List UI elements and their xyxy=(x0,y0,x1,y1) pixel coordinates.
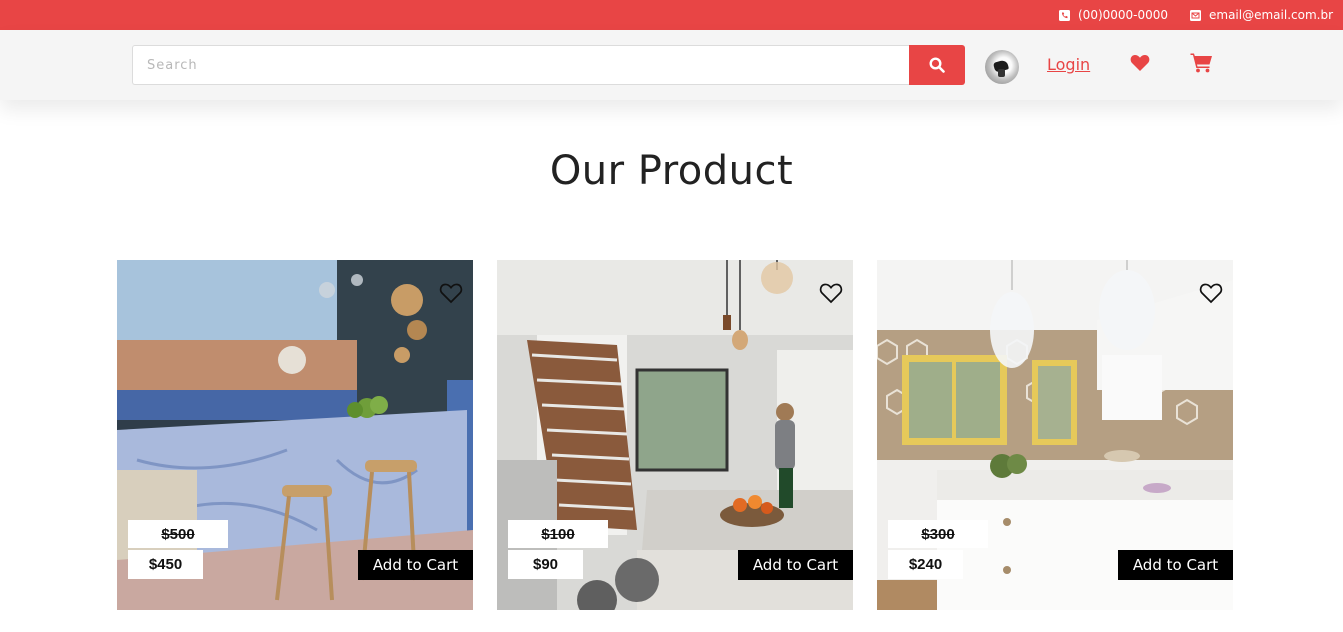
phone-icon xyxy=(1059,9,1070,21)
original-price: $300 xyxy=(888,520,988,548)
sale-price: $450 xyxy=(128,550,203,579)
heart-outline-icon xyxy=(439,283,463,304)
heart-outline-icon xyxy=(1199,283,1223,304)
header: Login xyxy=(0,30,1343,100)
heart-icon xyxy=(1130,54,1150,71)
product-card[interactable]: $500 $450 Add to Cart xyxy=(117,260,473,610)
phone-number: (00)0000-0000 xyxy=(1078,8,1169,22)
add-to-cart-button[interactable]: Add to Cart xyxy=(738,550,853,580)
contact-phone[interactable]: (00)0000-0000 xyxy=(1059,0,1168,30)
original-price: $100 xyxy=(508,520,608,548)
wishlist-button[interactable] xyxy=(1130,54,1150,77)
contact-email[interactable]: email@email.com.br xyxy=(1190,0,1333,30)
cart-icon xyxy=(1190,53,1212,73)
top-bar: (00)0000-0000 email@email.com.br xyxy=(0,0,1343,30)
search-input[interactable] xyxy=(132,45,910,85)
section-title: Our Product xyxy=(549,148,794,194)
login-link[interactable]: Login xyxy=(1047,55,1090,74)
favorite-button[interactable] xyxy=(819,282,843,304)
avatar[interactable] xyxy=(985,50,1019,84)
add-to-cart-button[interactable]: Add to Cart xyxy=(1118,550,1233,580)
sale-price: $90 xyxy=(508,550,583,579)
original-price: $500 xyxy=(128,520,228,548)
search-button[interactable] xyxy=(909,45,965,85)
envelope-icon xyxy=(1190,9,1201,21)
product-card[interactable]: $300 $240 Add to Cart xyxy=(877,260,1233,610)
add-to-cart-button[interactable]: Add to Cart xyxy=(358,550,473,580)
cart-button[interactable] xyxy=(1190,52,1213,78)
favorite-button[interactable] xyxy=(1199,282,1223,304)
product-card[interactable]: $100 $90 Add to Cart xyxy=(497,260,853,610)
search-icon xyxy=(929,57,945,73)
favorite-button[interactable] xyxy=(439,282,463,304)
email-address: email@email.com.br xyxy=(1209,8,1333,22)
heart-outline-icon xyxy=(819,283,843,304)
sale-price: $240 xyxy=(888,550,963,579)
